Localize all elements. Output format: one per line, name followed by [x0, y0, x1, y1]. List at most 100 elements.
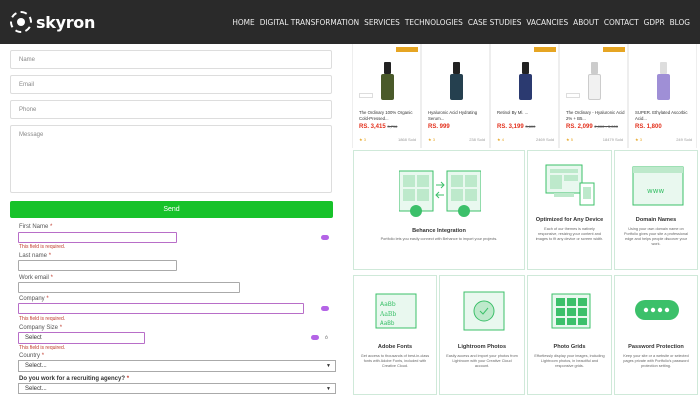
nav-home[interactable]: HOME: [232, 17, 254, 27]
recruiting-select-value: Select...: [25, 386, 47, 392]
company-error: This field is required.: [19, 316, 66, 322]
svg-text:AaBb: AaBb: [380, 320, 395, 327]
svg-text:www: www: [647, 187, 664, 195]
nav-contact[interactable]: CONTACT: [604, 17, 639, 27]
feature-password: Password Protection Keep your site or a …: [614, 275, 698, 395]
product-rating: ★ 4: [497, 137, 504, 142]
feature-title: Adobe Fonts: [377, 344, 413, 350]
company-size-select[interactable]: Select: [18, 332, 145, 344]
logo-mark-icon: [10, 11, 32, 33]
behance-illustration-icon: [399, 170, 481, 217]
product-strip: The Ordinary 100% Organic Cold-Pressed..…: [352, 44, 700, 148]
feature-title: Lightroom Photos: [457, 344, 507, 350]
feature-domain: www Domain Names Using your own domain n…: [614, 150, 698, 270]
svg-text:AaBb: AaBb: [380, 301, 396, 308]
product-name: SUPER. Ethylated Ascorbic Acid...: [635, 110, 688, 121]
product-image: [495, 50, 556, 106]
feature-desc: Easily access and import your photos fro…: [446, 354, 518, 368]
company-size-label: Company Size *: [19, 325, 63, 331]
work-email-input[interactable]: [18, 282, 240, 293]
feature-title: Behance Integration: [412, 228, 466, 234]
product-price: RS. 2,099 2,000 - 3,000: [566, 124, 618, 130]
promo-tag: [534, 47, 556, 52]
first-name-input[interactable]: [18, 232, 177, 243]
site-header: skyron HOME DIGITAL TRANSFORMATION SERVI…: [0, 0, 700, 44]
product-image: [426, 50, 487, 106]
nav-blog[interactable]: BLOG: [670, 17, 690, 27]
nav-vacancies[interactable]: VACANCIES: [526, 17, 568, 27]
feature-adobe-fonts: AaBb AaBb AaBb Adobe Fonts Get access to…: [353, 275, 437, 395]
feature-desc: Keep your site or a website or selected …: [623, 354, 689, 368]
first-name-error: This field is required.: [19, 244, 66, 250]
field-helper-icon: [321, 235, 329, 240]
stock-badge: [359, 93, 373, 98]
recruiting-select[interactable]: Select... ▼: [18, 383, 336, 394]
field-helper-icon: [321, 306, 329, 311]
company-input[interactable]: [18, 303, 304, 314]
logo[interactable]: skyron: [10, 11, 95, 33]
nav-case-studies[interactable]: CASE STUDIES: [468, 17, 522, 27]
feature-desc: Effortlessly display your images, includ…: [534, 354, 605, 368]
company-size-error: This field is required.: [19, 345, 66, 351]
country-label: Country *: [19, 353, 45, 359]
name-field[interactable]: Name: [10, 50, 332, 69]
company-label: Company *: [19, 296, 49, 302]
promo-tag: [396, 47, 418, 52]
nav-gdpr[interactable]: GDPR: [644, 17, 665, 27]
last-name-label: Last name *: [19, 253, 52, 259]
product-card[interactable]: Retinol By Ml. ... RS. 3,199 3,600 ★ 4 2…: [490, 44, 559, 148]
product-price: RS. 3,415 3,796: [359, 124, 398, 130]
send-button[interactable]: Send: [10, 201, 333, 218]
first-name-label: First Name *: [19, 224, 53, 230]
product-image: [633, 50, 694, 106]
last-name-input[interactable]: [18, 260, 177, 271]
chevron-down-icon: ▼: [326, 363, 331, 369]
phone-field[interactable]: Phone: [10, 100, 332, 119]
chevron-down-icon: ▼: [326, 386, 331, 392]
feature-photo-grids: Photo Grids Effortlessly display your im…: [527, 275, 612, 395]
product-sold: 249 Sold: [676, 137, 692, 142]
product-card[interactable]: The Ordinary 100% Organic Cold-Pressed..…: [352, 44, 421, 148]
feature-desc: Each of our themes is natively responsiv…: [535, 227, 604, 241]
question-icon: ó: [325, 335, 328, 341]
work-email-label: Work email *: [19, 275, 53, 281]
password-illustration-icon: [635, 300, 679, 320]
nav-about[interactable]: ABOUT: [573, 17, 599, 27]
country-select[interactable]: Select... ▼: [18, 360, 336, 372]
product-card[interactable]: The Ordinary - Hyaluronic Acid 2% + B5..…: [559, 44, 628, 148]
nav-digital-transformation[interactable]: DIGITAL TRANSFORMATION: [260, 17, 359, 27]
message-field[interactable]: Message: [10, 125, 332, 193]
product-name: The Ordinary 100% Organic Cold-Pressed..…: [359, 110, 413, 121]
feature-desc: Get access to thousands of best-in-class…: [360, 354, 430, 368]
product-price: RS. 999: [428, 124, 450, 130]
domain-illustration-icon: www: [632, 166, 684, 206]
fonts-illustration-icon: AaBb AaBb AaBb: [375, 293, 417, 329]
stock-badge: [566, 93, 580, 98]
product-sold: 238 Sold: [469, 137, 485, 142]
svg-text:AaBb: AaBb: [379, 311, 396, 318]
product-card[interactable]: Hyaluronic Acid Hydrating Serum... RS. 9…: [421, 44, 490, 148]
product-price: RS. 3,199 3,600: [497, 124, 536, 130]
product-rating: ★ 3: [635, 137, 642, 142]
email-field[interactable]: Email: [10, 75, 332, 94]
product-rating: ★ 5: [566, 137, 573, 142]
feature-optimized: Optimized for Any Device Each of our the…: [527, 150, 612, 270]
product-name: Retinol By Ml. ...: [497, 110, 529, 115]
feature-desc: Portfolio lets you easily connect with B…: [380, 237, 498, 241]
product-sold: 1868 Sold: [397, 137, 416, 142]
main-nav: HOME DIGITAL TRANSFORMATION SERVICES TEC…: [232, 17, 690, 27]
product-name: Hyaluronic Acid Hydrating Serum...: [428, 110, 478, 121]
nav-technologies[interactable]: TECHNOLOGIES: [405, 17, 463, 27]
feature-lightroom: Lightroom Photos Easily access and impor…: [439, 275, 525, 395]
devices-illustration-icon: [545, 164, 595, 206]
recruiting-label: Do you work for a recruiting agency? *: [19, 376, 130, 382]
nav-services[interactable]: SERVICES: [364, 17, 400, 27]
feature-title: Photo Grids: [553, 344, 586, 350]
product-sold: 2469 Sold: [535, 137, 554, 142]
grid-illustration-icon: [551, 293, 591, 329]
product-card[interactable]: SUPER. Ethylated Ascorbic Acid... RS. 1,…: [628, 44, 697, 148]
feature-title: Domain Names: [635, 217, 677, 223]
product-rating: ★ 3: [428, 137, 435, 142]
product-price: RS. 1,800: [635, 124, 662, 130]
feature-title: Password Protection: [628, 344, 684, 350]
